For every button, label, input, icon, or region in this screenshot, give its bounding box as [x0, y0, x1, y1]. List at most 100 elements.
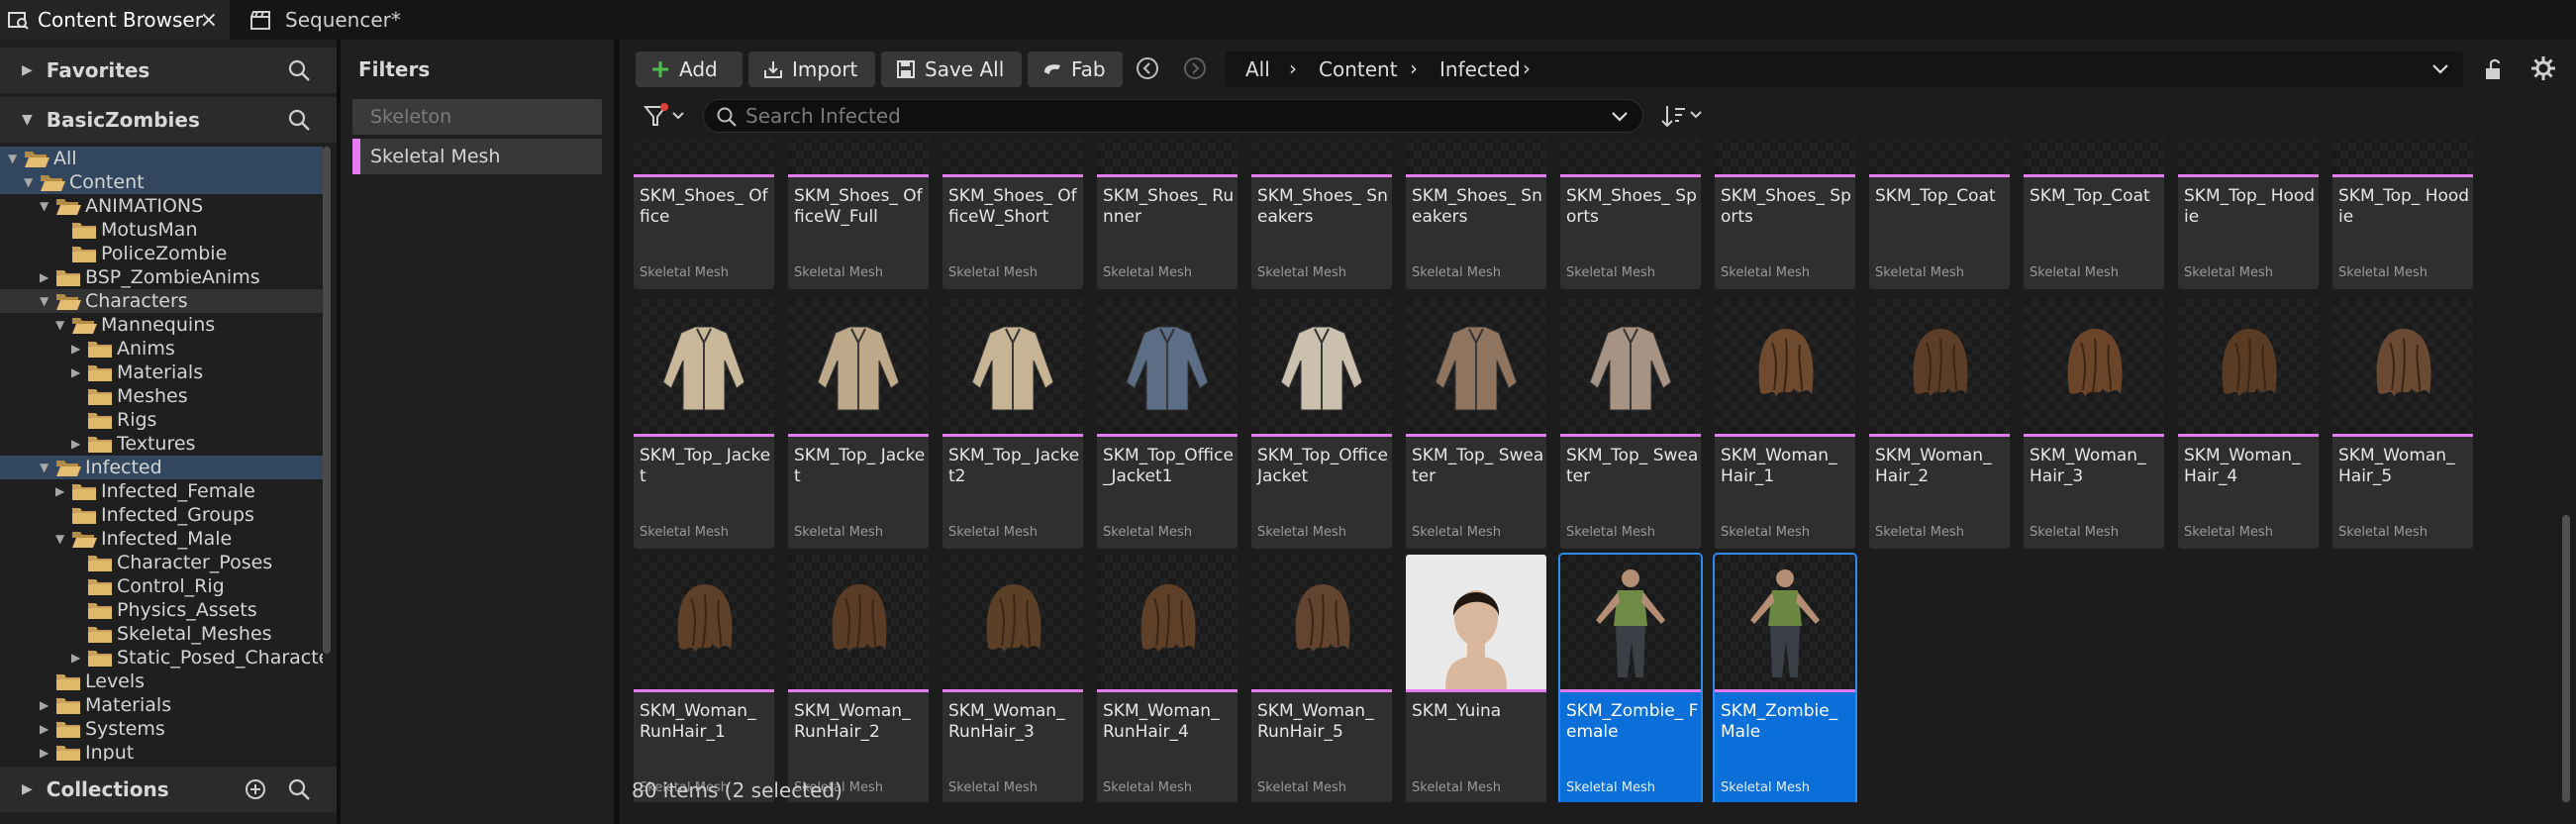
chevron-right-icon[interactable]: ›: [1523, 56, 1531, 80]
chevron-right-icon[interactable]: ›: [1410, 56, 1418, 80]
sort-icon[interactable]: [1659, 101, 1709, 131]
back-icon[interactable]: [1135, 55, 1160, 81]
asset-tile[interactable]: SKM_Shoes_ Sports Skeletal Mesh: [1560, 139, 1701, 289]
tree-item[interactable]: ▼ Mannequins: [0, 313, 323, 337]
chevron-right-icon[interactable]: ▶: [40, 747, 51, 759]
chevron-right-icon[interactable]: ▶: [55, 485, 67, 497]
asset-tile[interactable]: SKM_Top_Coat Skeletal Mesh: [1869, 139, 2010, 289]
close-icon[interactable]: ×: [200, 8, 218, 33]
import-button[interactable]: Import: [748, 52, 875, 87]
tree-item[interactable]: ▼ Infected: [0, 456, 323, 479]
asset-tile[interactable]: SKM_Top_ Hoodie Skeletal Mesh: [2332, 139, 2473, 289]
asset-tile[interactable]: SKM_Shoes_ Sports Skeletal Mesh: [1715, 139, 1855, 289]
tree-item[interactable]: ▶ Infected_Female: [0, 479, 323, 503]
asset-tile[interactable]: SKM_Woman_ RunHair_1 Skeletal Mesh: [634, 555, 774, 802]
chevron-down-icon[interactable]: [2431, 61, 2449, 77]
breadcrumb-content[interactable]: Content: [1319, 57, 1398, 81]
tab-content-browser[interactable]: Content Browser ×: [0, 0, 230, 40]
search-input[interactable]: [745, 102, 1587, 130]
chevron-right-icon[interactable]: ▶: [71, 366, 83, 378]
tree-item[interactable]: PoliceZombie: [0, 242, 323, 265]
asset-tile[interactable]: SKM_Top_ Sweater Skeletal Mesh: [1406, 299, 1546, 549]
asset-tile[interactable]: SKM_Woman_ Hair_5 Skeletal Mesh: [2332, 299, 2473, 549]
unlock-icon[interactable]: [2483, 57, 2505, 81]
add-button[interactable]: Add: [636, 52, 743, 87]
asset-tile[interactable]: SKM_Woman_ Hair_1 Skeletal Mesh: [1715, 299, 1855, 549]
asset-tile[interactable]: SKM_Woman_ RunHair_3 Skeletal Mesh: [942, 555, 1083, 802]
chevron-down-icon[interactable]: ▼: [8, 153, 20, 164]
tree-item[interactable]: ▶ Anims: [0, 337, 323, 360]
chevron-right-icon[interactable]: ›: [1289, 56, 1297, 80]
asset-tile[interactable]: SKM_Zombie_ Male Skeletal Mesh: [1713, 553, 1857, 802]
asset-tile[interactable]: SKM_Woman_ Hair_3 Skeletal Mesh: [2024, 299, 2164, 549]
tree-item[interactable]: Infected_Groups: [0, 503, 323, 527]
chevron-down-icon[interactable]: ▼: [55, 319, 67, 331]
breadcrumb-all[interactable]: All: [1245, 57, 1270, 81]
tree-item[interactable]: Physics_Assets: [0, 598, 323, 622]
asset-tile[interactable]: SKM_Zombie_ Female Skeletal Mesh: [1558, 553, 1703, 802]
collections-header[interactable]: ▶ Collections: [0, 767, 337, 812]
save-all-button[interactable]: Save All: [881, 52, 1022, 87]
fab-button[interactable]: Fab: [1028, 52, 1123, 87]
project-header[interactable]: ▼ BasicZombies: [0, 97, 337, 143]
asset-tile[interactable]: SKM_Top_Office _Jacket1 Skeletal Mesh: [1097, 299, 1238, 549]
asset-tile[interactable]: SKM_Top_ Jacket Skeletal Mesh: [634, 299, 774, 549]
chevron-down-icon[interactable]: ▼: [40, 200, 51, 212]
breadcrumb-infected[interactable]: Infected: [1439, 57, 1521, 81]
asset-tile[interactable]: SKM_Yuina Skeletal Mesh: [1406, 555, 1546, 802]
asset-tile[interactable]: SKM_Top_ Hoodie Skeletal Mesh: [2178, 139, 2319, 289]
asset-tile[interactable]: SKM_Top_Office Jacket Skeletal Mesh: [1251, 299, 1392, 549]
asset-tile[interactable]: SKM_Woman_ Hair_2 Skeletal Mesh: [1869, 299, 2010, 549]
chevron-right-icon[interactable]: ▶: [71, 438, 83, 450]
tree-item[interactable]: ▶ Input: [0, 741, 323, 761]
search-icon[interactable]: [287, 777, 311, 801]
tab-sequencer[interactable]: Sequencer*: [246, 0, 444, 40]
asset-tile[interactable]: SKM_Shoes_ OfficeW_Full Skeletal Mesh: [788, 139, 929, 289]
chevron-right-icon[interactable]: ▶: [40, 723, 51, 735]
filter-skeletal-mesh[interactable]: Skeletal Mesh: [352, 139, 602, 174]
asset-tile[interactable]: SKM_Shoes_ Sneakers Skeletal Mesh: [1251, 139, 1392, 289]
tree-item[interactable]: ▶ Materials: [0, 360, 323, 384]
tree-item[interactable]: ▶ Textures: [0, 432, 323, 456]
add-circle-icon[interactable]: [244, 777, 267, 801]
chevron-right-icon[interactable]: ▶: [71, 343, 83, 355]
tree-item[interactable]: MotusMan: [0, 218, 323, 242]
chevron-right-icon[interactable]: ▶: [71, 652, 83, 664]
tree-item[interactable]: ▶ BSP_ZombieAnims: [0, 265, 323, 289]
favorites-header[interactable]: ▶ Favorites: [0, 48, 337, 93]
tree-item[interactable]: ▼ ANIMATIONS: [0, 194, 323, 218]
search-box[interactable]: [703, 99, 1643, 133]
tree-item[interactable]: ▶ Static_Posed_Characters: [0, 646, 323, 670]
asset-tile[interactable]: SKM_Top_ Jacket2 Skeletal Mesh: [942, 299, 1083, 549]
tree-item[interactable]: ▶ Materials: [0, 693, 323, 717]
forward-icon[interactable]: [1182, 55, 1208, 81]
tree-item[interactable]: ▼ All: [0, 147, 323, 170]
asset-tile[interactable]: SKM_Shoes_ Runner Skeletal Mesh: [1097, 139, 1238, 289]
asset-tile[interactable]: SKM_Woman_ RunHair_5 Skeletal Mesh: [1251, 555, 1392, 802]
asset-tile[interactable]: SKM_Woman_ RunHair_2 Skeletal Mesh: [788, 555, 929, 802]
asset-tile[interactable]: SKM_Shoes_ Sneakers Skeletal Mesh: [1406, 139, 1546, 289]
tree-item[interactable]: ▼ Characters: [0, 289, 323, 313]
tree-scrollbar[interactable]: [323, 147, 331, 654]
tree-item[interactable]: ▶ Systems: [0, 717, 323, 741]
chevron-right-icon[interactable]: ▶: [40, 271, 51, 283]
tree-item[interactable]: Levels: [0, 670, 323, 693]
filter-skeleton[interactable]: Skeleton: [352, 99, 602, 135]
asset-tile[interactable]: SKM_Woman_ RunHair_4 Skeletal Mesh: [1097, 555, 1238, 802]
asset-tile[interactable]: SKM_Shoes_ OfficeW_Short Skeletal Mesh: [942, 139, 1083, 289]
chevron-down-icon[interactable]: [1611, 110, 1629, 124]
search-icon[interactable]: [287, 108, 311, 132]
tree-item[interactable]: ▼ Content: [0, 170, 323, 194]
tree-item[interactable]: Skeletal_Meshes: [0, 622, 323, 646]
asset-tile[interactable]: SKM_Top_ Jacket Skeletal Mesh: [788, 299, 929, 549]
chevron-down-icon[interactable]: ▼: [40, 462, 51, 473]
gear-icon[interactable]: [2530, 55, 2556, 81]
tree-item[interactable]: Character_Poses: [0, 551, 323, 574]
chevron-down-icon[interactable]: ▼: [40, 295, 51, 307]
tree-item[interactable]: ▼ Infected_Male: [0, 527, 323, 551]
filter-icon[interactable]: [642, 101, 687, 131]
chevron-down-icon[interactable]: ▼: [24, 176, 36, 188]
asset-tile[interactable]: SKM_Top_ Sweater Skeletal Mesh: [1560, 299, 1701, 549]
tree-item[interactable]: Rigs: [0, 408, 323, 432]
asset-tile[interactable]: SKM_Woman_ Hair_4 Skeletal Mesh: [2178, 299, 2319, 549]
